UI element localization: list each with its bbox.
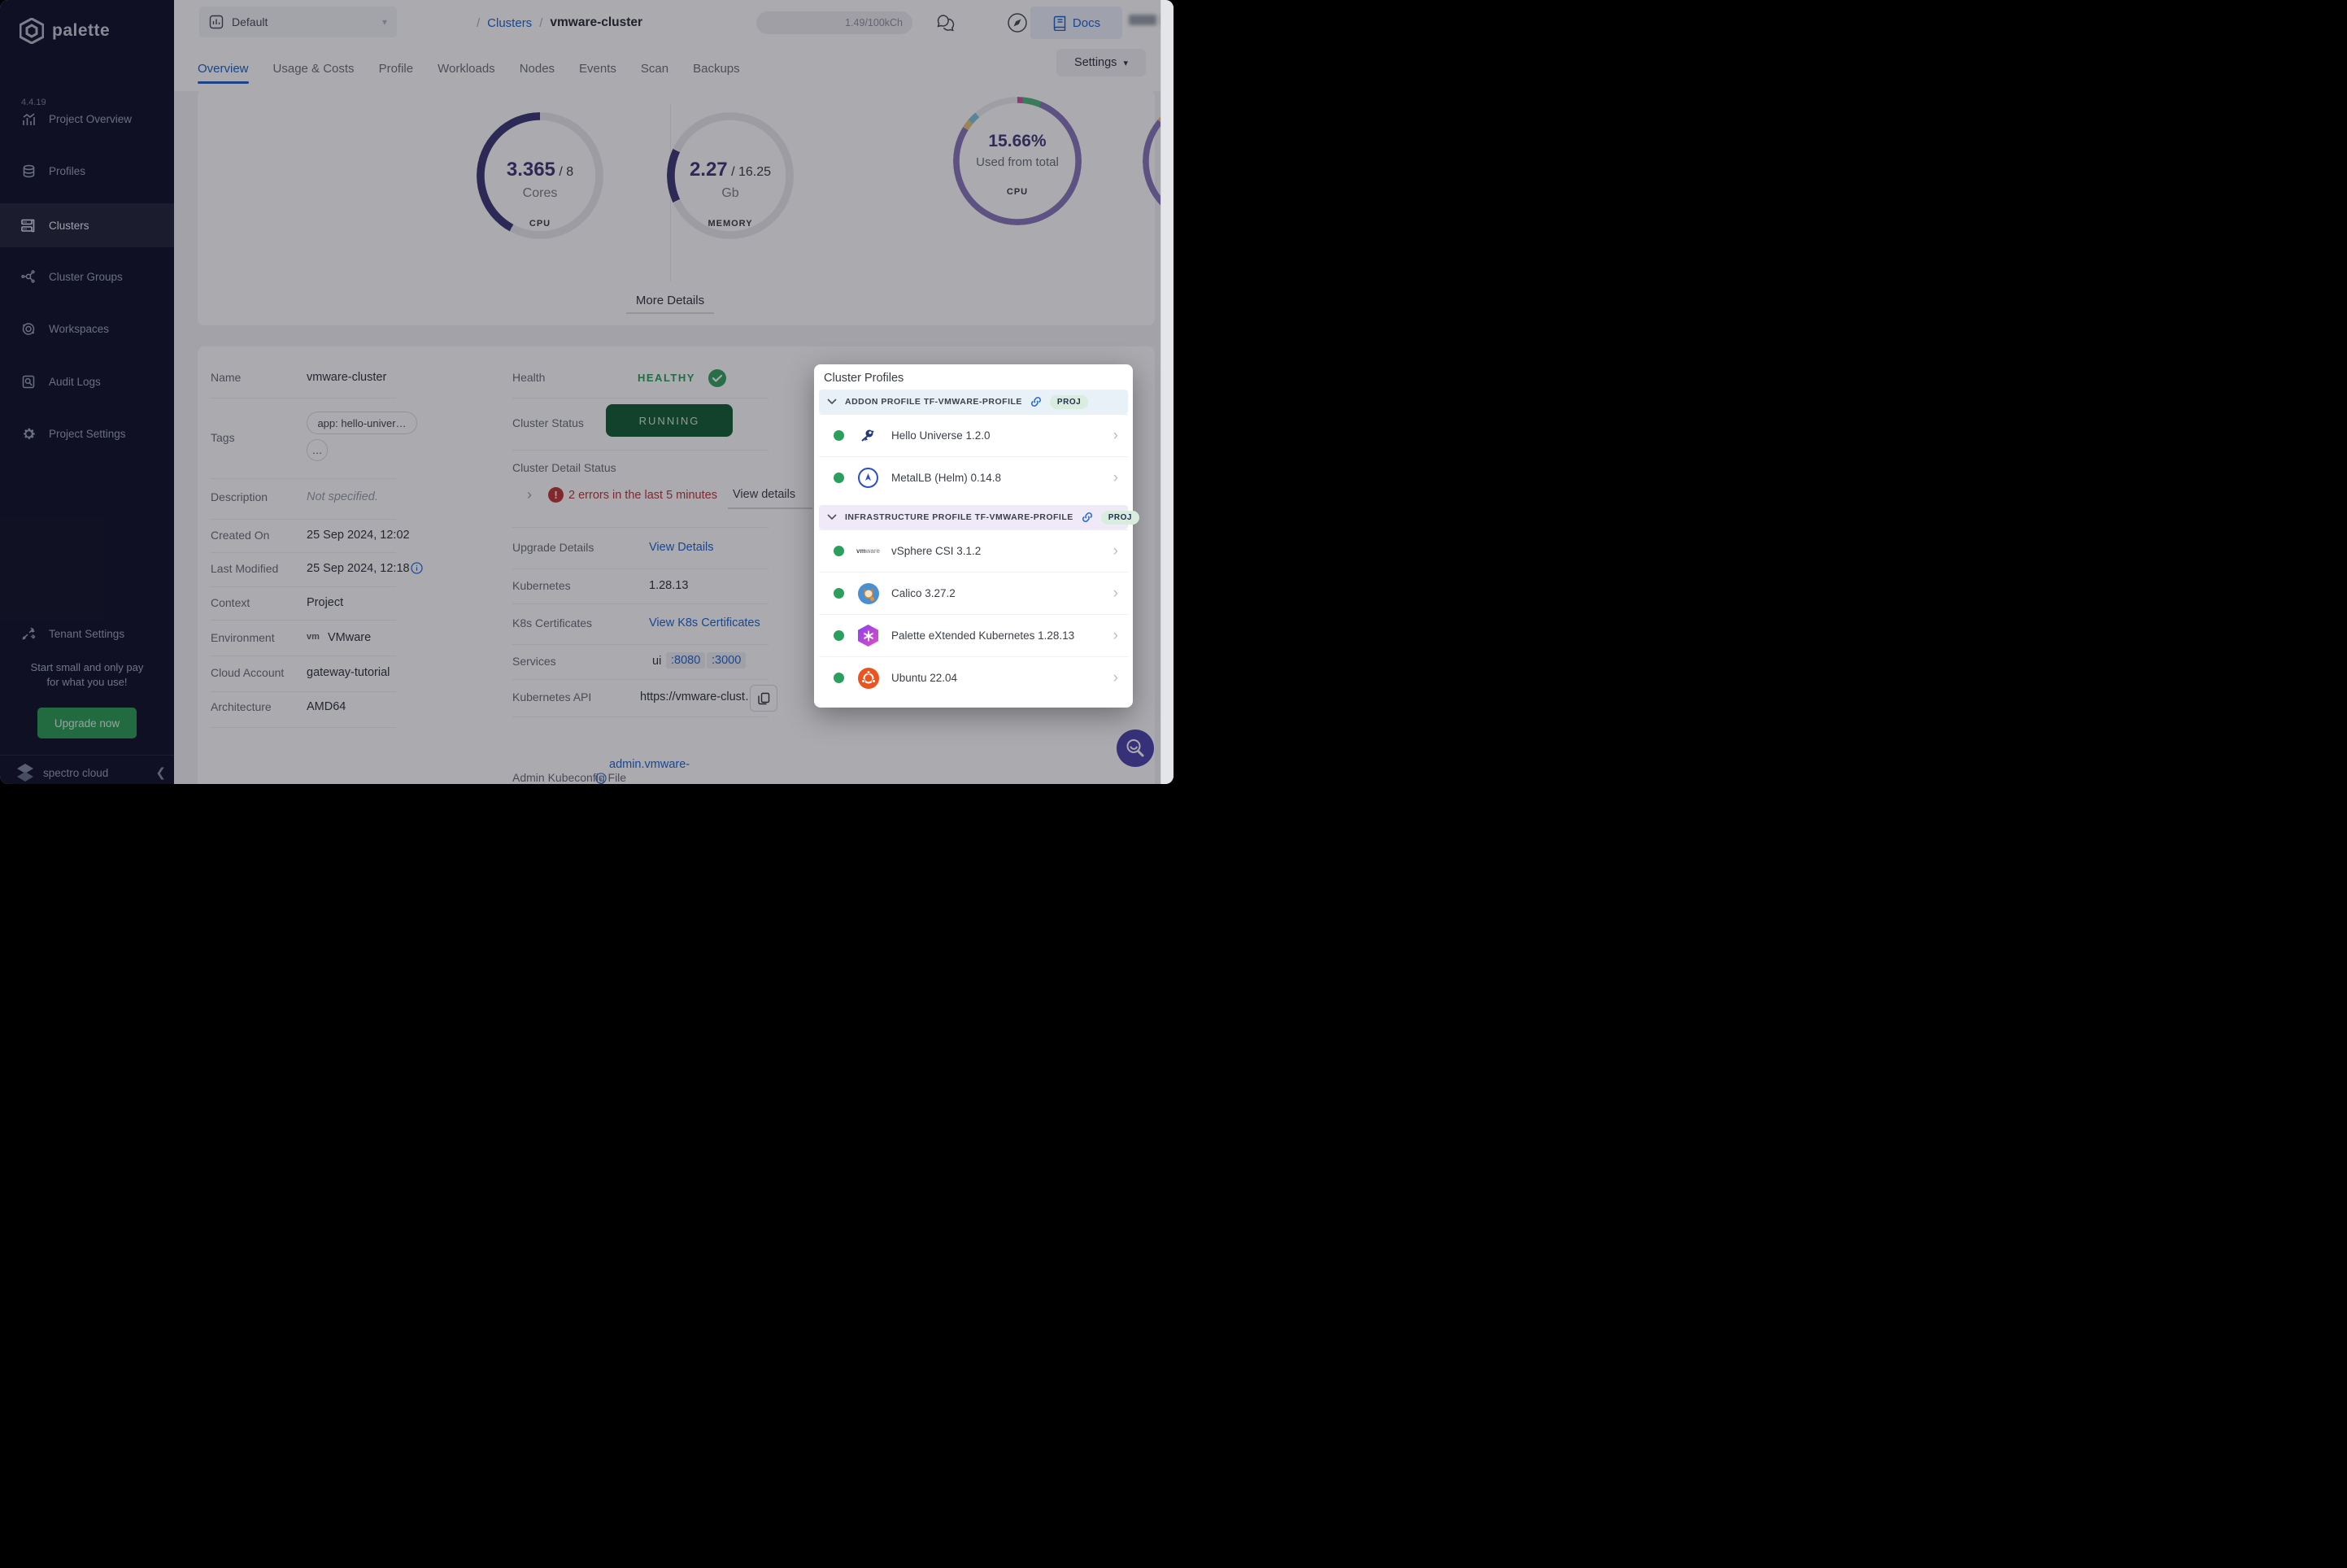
pack-name: Palette eXtended Kubernetes 1.28.13 xyxy=(891,629,1075,642)
hello-universe-icon xyxy=(857,425,879,446)
addon-profile-section-header[interactable]: ADDON PROFILE TF-VMWARE-PROFILE PROJ xyxy=(819,390,1128,414)
pack-name: Calico 3.27.2 xyxy=(891,587,956,599)
profile-pack-calico[interactable]: Calico 3.27.2 › xyxy=(819,572,1128,614)
link-icon[interactable] xyxy=(1082,512,1093,523)
chevron-right-icon: › xyxy=(1113,669,1118,686)
chevron-right-icon: › xyxy=(1113,626,1118,644)
status-dot xyxy=(834,546,844,556)
profile-pack-hello-universe[interactable]: Hello Universe 1.2.0 › xyxy=(819,414,1128,456)
status-dot xyxy=(834,588,844,599)
pack-name: MetalLB (Helm) 0.14.8 xyxy=(891,472,1002,484)
metallb-icon xyxy=(857,467,879,489)
profile-pack-palette-extended-kubernetes[interactable]: Palette eXtended Kubernetes 1.28.13 › xyxy=(819,614,1128,656)
infrastructure-profile-title: INFRASTRUCTURE PROFILE TF-VMWARE-PROFILE xyxy=(845,512,1073,522)
status-dot xyxy=(834,630,844,641)
app-window: palette 4.4.19 Project Overview Profiles… xyxy=(0,0,1174,784)
profile-pack-ubuntu[interactable]: Ubuntu 22.04 › xyxy=(819,656,1128,699)
proj-badge: PROJ xyxy=(1100,510,1139,525)
chevron-right-icon: › xyxy=(1113,426,1118,444)
cluster-profiles-popup: Cluster Profiles ADDON PROFILE TF-VMWARE… xyxy=(814,364,1139,708)
ubuntu-icon xyxy=(857,667,879,689)
chevron-down-icon xyxy=(827,514,837,520)
link-icon[interactable] xyxy=(1030,396,1042,407)
pack-name: Hello Universe 1.2.0 xyxy=(891,429,991,442)
vmware-logo-icon: vmvmwareware xyxy=(856,547,880,555)
chevron-down-icon xyxy=(827,399,837,405)
profile-pack-vsphere-csi[interactable]: vmvmwareware vSphere CSI 3.1.2 › xyxy=(819,529,1128,572)
pxk-hexagon-icon xyxy=(857,625,879,647)
profile-pack-metallb[interactable]: MetalLB (Helm) 0.14.8 › xyxy=(819,456,1128,499)
infrastructure-profile-section-header[interactable]: INFRASTRUCTURE PROFILE TF-VMWARE-PROFILE… xyxy=(819,505,1139,529)
proj-badge: PROJ xyxy=(1049,394,1089,409)
chevron-right-icon: › xyxy=(1113,584,1118,602)
popup-title: Cluster Profiles xyxy=(824,372,904,385)
pack-name: vSphere CSI 3.1.2 xyxy=(891,545,982,557)
chevron-right-icon: › xyxy=(1113,542,1118,560)
addon-profile-title: ADDON PROFILE TF-VMWARE-PROFILE xyxy=(845,397,1022,407)
pack-name: Ubuntu 22.04 xyxy=(891,672,958,684)
status-dot xyxy=(834,673,844,683)
status-dot xyxy=(834,430,844,441)
chevron-right-icon: › xyxy=(1113,468,1118,486)
status-dot xyxy=(834,473,844,483)
calico-icon xyxy=(857,582,879,604)
scrollbar[interactable] xyxy=(1160,0,1174,784)
